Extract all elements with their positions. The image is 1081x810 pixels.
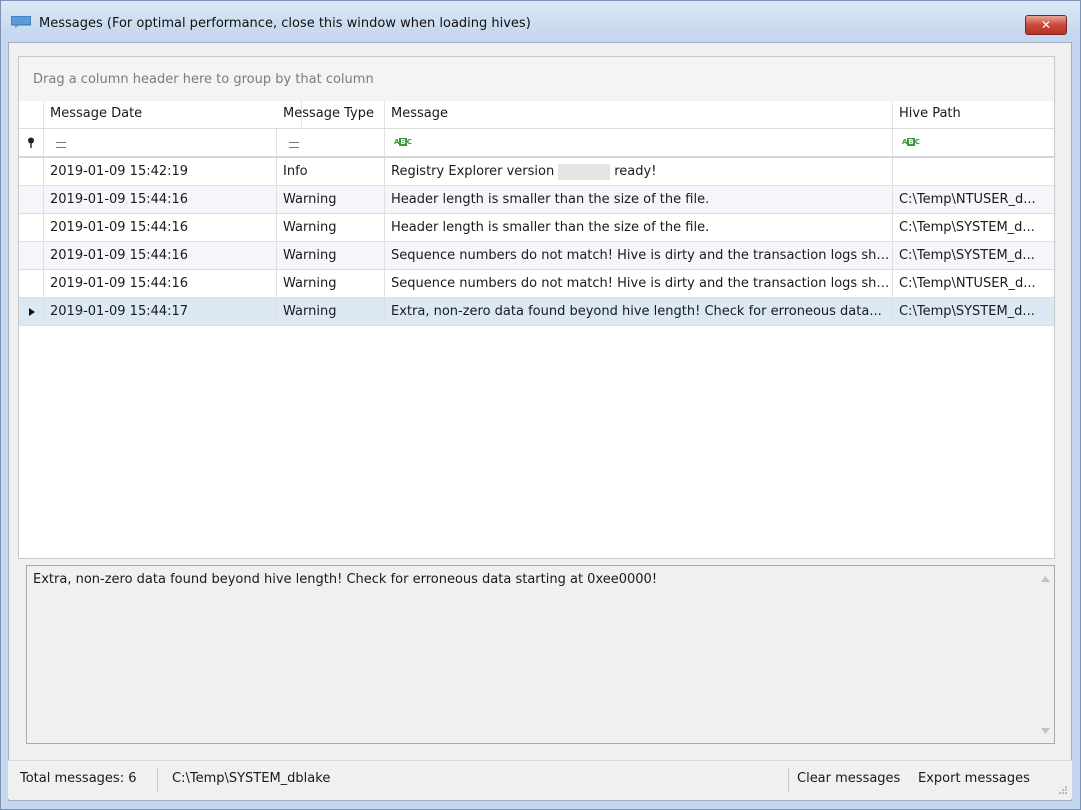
scroll-up-icon xyxy=(1041,576,1050,582)
message-detail-box[interactable]: Extra, non-zero data found beyond hive l… xyxy=(26,565,1055,744)
row-indicator[interactable] xyxy=(19,186,44,214)
cell-hive-path xyxy=(893,158,1054,186)
resize-grip-icon[interactable] xyxy=(1058,785,1068,795)
filter-message[interactable]: ABC xyxy=(385,129,893,156)
close-button[interactable]: ✕ xyxy=(1025,15,1067,35)
row-indicator[interactable] xyxy=(19,270,44,298)
contains-text-icon: ABC xyxy=(902,138,920,146)
total-messages-count: Total messages: 6 xyxy=(20,771,137,786)
auto-filter-row: ABC ABC xyxy=(19,129,1054,158)
cell-hive-path: C:\Temp\NTUSER_d... xyxy=(899,276,1036,291)
filter-pin-cell[interactable] xyxy=(19,129,44,156)
cell-hive-path: C:\Temp\SYSTEM_d... xyxy=(899,304,1035,319)
cell-message-type: Warning xyxy=(277,242,385,270)
status-bar: Total messages: 6 C:\Temp\SYSTEM_dblake … xyxy=(8,760,1072,799)
cell-message: Extra, non-zero data found beyond hive l… xyxy=(385,298,893,326)
scroll-down-icon xyxy=(1041,728,1050,734)
filter-hive-path[interactable]: ABC xyxy=(893,129,1054,156)
column-header-message-date[interactable]: Message Date xyxy=(44,101,302,128)
row-indicator[interactable] xyxy=(19,214,44,242)
table-row[interactable]: 2019-01-09 15:44:16 Warning Sequence num… xyxy=(19,270,1054,298)
message-text-end: ready! xyxy=(614,164,657,179)
status-separator xyxy=(788,768,789,792)
cell-message-date: 2019-01-09 15:44:16 xyxy=(44,270,277,298)
equals-icon xyxy=(289,142,299,148)
cell-message-type: Warning xyxy=(277,270,385,298)
cell-message: Registry Explorer version ready! xyxy=(385,158,893,186)
cell-message-type: Warning xyxy=(277,186,385,214)
pin-icon xyxy=(28,137,34,148)
cell-hive-path: C:\Temp\SYSTEM_d... xyxy=(899,248,1035,263)
cell-message-date: 2019-01-09 15:44:17 xyxy=(44,298,277,326)
row-indicator[interactable] xyxy=(19,158,44,186)
cell-message-date: 2019-01-09 15:44:16 xyxy=(44,214,277,242)
status-separator xyxy=(157,768,158,792)
export-messages-button[interactable]: Export messages xyxy=(918,761,1030,797)
column-header-message[interactable]: Message xyxy=(385,101,893,128)
message-detail-text: Extra, non-zero data found beyond hive l… xyxy=(33,572,658,587)
cell-message-type: Info xyxy=(277,158,385,186)
table-row[interactable]: 2019-01-09 15:44:16 Warning Header lengt… xyxy=(19,186,1054,214)
filter-message-date[interactable] xyxy=(44,129,277,156)
message-text-start: Registry Explorer version xyxy=(391,164,555,179)
row-indicator[interactable] xyxy=(19,242,44,270)
cell-message-type: Warning xyxy=(277,214,385,242)
table-row[interactable]: 2019-01-09 15:42:19 Info Registry Explor… xyxy=(19,158,1054,186)
group-by-panel[interactable]: Drag a column header here to group by th… xyxy=(19,57,1054,101)
row-indicator[interactable] xyxy=(19,298,44,326)
equals-icon xyxy=(56,142,66,148)
column-header-hive-path[interactable]: Hive Path xyxy=(893,101,1054,128)
indicator-header xyxy=(19,101,44,128)
message-icon xyxy=(11,16,31,28)
close-icon: ✕ xyxy=(1040,18,1052,32)
cell-hive-path: C:\Temp\NTUSER_d... xyxy=(899,192,1036,207)
column-header-message-type[interactable]: Message Type xyxy=(277,101,385,128)
cell-message-date: 2019-01-09 15:44:16 xyxy=(44,242,277,270)
filter-message-type[interactable] xyxy=(277,129,385,156)
title-bar[interactable]: Messages (For optimal performance, close… xyxy=(1,1,1080,37)
table-row-selected[interactable]: 2019-01-09 15:44:17 Warning Extra, non-z… xyxy=(19,298,1054,326)
current-hive-path: C:\Temp\SYSTEM_dblake xyxy=(172,771,331,786)
clear-messages-button[interactable]: Clear messages xyxy=(797,761,900,797)
window-title: Messages (For optimal performance, close… xyxy=(39,16,531,31)
contains-text-icon: ABC xyxy=(394,138,412,146)
cell-message-date: 2019-01-09 15:42:19 xyxy=(44,158,277,186)
messages-grid: Drag a column header here to group by th… xyxy=(18,56,1055,559)
redacted-version xyxy=(558,163,611,180)
cell-message-type: Warning xyxy=(277,298,385,326)
cell-message: Sequence numbers do not match! Hive is d… xyxy=(385,242,893,270)
cell-message: Header length is smaller than the size o… xyxy=(385,214,893,242)
cell-message: Sequence numbers do not match! Hive is d… xyxy=(385,270,893,298)
group-by-hint: Drag a column header here to group by th… xyxy=(33,72,374,87)
current-row-arrow-icon xyxy=(29,308,35,316)
table-row[interactable]: 2019-01-09 15:44:16 Warning Sequence num… xyxy=(19,242,1054,270)
cell-message: Header length is smaller than the size o… xyxy=(385,186,893,214)
cell-hive-path: C:\Temp\SYSTEM_d... xyxy=(899,220,1035,235)
table-row[interactable]: 2019-01-09 15:44:16 Warning Header lengt… xyxy=(19,214,1054,242)
column-header-row: Message Date Message Type Message Hive P… xyxy=(19,101,1054,129)
cell-message-date: 2019-01-09 15:44:16 xyxy=(44,186,277,214)
detail-vertical-scrollbar[interactable] xyxy=(1036,566,1054,743)
